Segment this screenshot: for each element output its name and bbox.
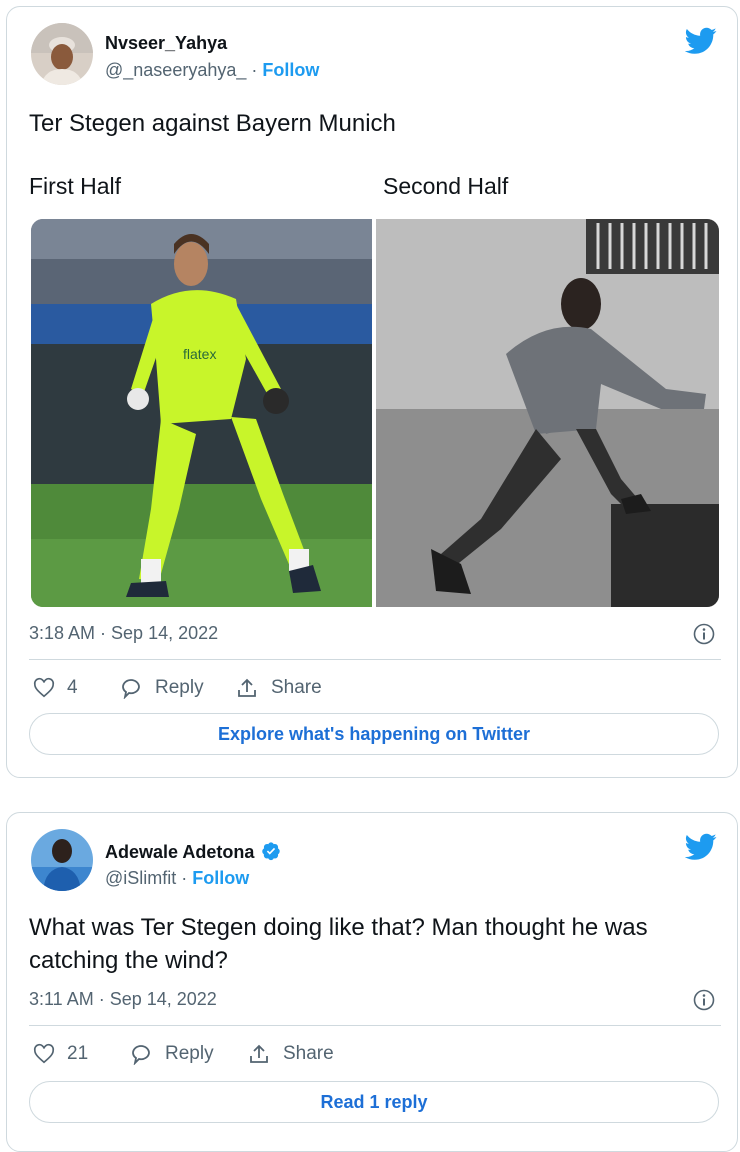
reply-button[interactable]: Reply <box>119 677 204 699</box>
tweet-card: Nvseer_Yahya @_naseeryahya_ · Follow Ter… <box>6 6 738 778</box>
like-button[interactable]: 4 <box>33 677 78 699</box>
avatar[interactable] <box>31 829 93 891</box>
caption-first-half: First Half <box>29 173 121 199</box>
share-label: Share <box>271 677 322 698</box>
display-name-line: Adewale Adetona <box>105 841 281 863</box>
user-handle[interactable]: @iSlimfit <box>105 868 176 888</box>
reply-label: Reply <box>155 677 204 698</box>
explore-twitter-button[interactable]: Explore what's happening on Twitter <box>29 713 719 755</box>
handle-line: @iSlimfit · Follow <box>105 868 249 889</box>
reply-icon <box>122 679 140 699</box>
photo-imitation[interactable] <box>376 219 719 607</box>
share-icon <box>238 678 256 697</box>
tweet-timestamp[interactable]: 3:11 AM · Sep 14, 2022 <box>29 989 217 1010</box>
follow-link[interactable]: Follow <box>262 60 319 80</box>
divider <box>29 659 721 660</box>
tweet-text: Ter Stegen against Bayern Munich <box>29 110 396 137</box>
like-count: 21 <box>67 1043 89 1064</box>
share-button[interactable]: Share <box>247 1043 334 1065</box>
like-button[interactable]: 21 <box>33 1043 88 1065</box>
like-count: 4 <box>67 677 78 698</box>
info-icon[interactable] <box>693 989 715 1011</box>
tweet-text: What was Ter Stegen doing like that? Man… <box>29 911 648 977</box>
read-replies-button[interactable]: Read 1 reply <box>29 1081 719 1123</box>
share-label: Share <box>283 1043 334 1064</box>
svg-text:flatex: flatex <box>183 346 216 362</box>
share-button[interactable]: Share <box>235 677 322 699</box>
display-name[interactable]: Nvseer_Yahya <box>105 33 227 54</box>
share-icon <box>250 1044 268 1063</box>
info-icon[interactable] <box>693 623 715 645</box>
tweet-text-line: catching the wind? <box>29 947 228 974</box>
separator: · <box>176 868 193 888</box>
handle-line: @_naseeryahya_ · Follow <box>105 60 319 81</box>
display-name[interactable]: Adewale Adetona <box>105 842 254 862</box>
divider <box>29 1025 721 1026</box>
tweet-card: Adewale Adetona @iSlimfit · Follow What … <box>6 812 738 1152</box>
caption-second-half: Second Half <box>383 173 509 199</box>
reply-label: Reply <box>165 1043 214 1064</box>
heart-icon <box>33 677 55 698</box>
avatar[interactable] <box>31 23 93 85</box>
follow-link[interactable]: Follow <box>192 868 249 888</box>
reply-icon <box>132 1045 150 1065</box>
reply-button[interactable]: Reply <box>129 1043 214 1065</box>
tweet-text-line: What was Ter Stegen doing like that? Man… <box>29 914 648 941</box>
twitter-bird-icon[interactable] <box>684 27 717 55</box>
user-handle[interactable]: @_naseeryahya_ <box>105 60 246 80</box>
photo-goalkeeper[interactable]: flatex <box>31 219 372 607</box>
twitter-bird-icon[interactable] <box>684 833 717 861</box>
verified-badge-icon <box>262 842 281 861</box>
separator: · <box>246 60 263 80</box>
tweet-timestamp[interactable]: 3:18 AM · Sep 14, 2022 <box>29 623 218 644</box>
heart-icon <box>33 1043 55 1064</box>
